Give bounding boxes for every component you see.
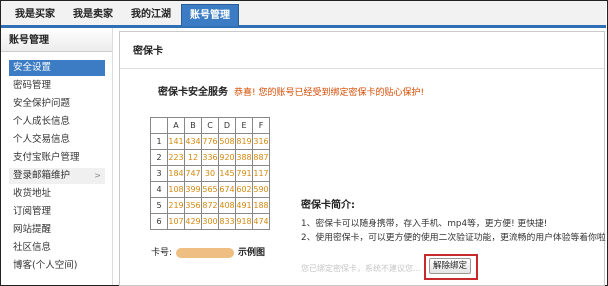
card-row: 5 219 356 872 408 491 188 (150, 197, 270, 214)
card-cell: 145 (218, 165, 236, 182)
card-cell: 388 (235, 149, 253, 166)
sidebar-item-label: 登录邮箱维护 (13, 170, 71, 181)
top-nav: 我是买家 我是卖家 我的江湖 账号管理 (1, 1, 606, 28)
card-cell: 887 (252, 149, 270, 166)
card-cell: 219 (167, 197, 185, 214)
card-cell: 300 (201, 213, 219, 230)
row-header: 6 (150, 213, 168, 230)
tab-seller[interactable]: 我是卖家 (65, 5, 121, 24)
col-header: F (252, 117, 270, 134)
card-cell: 429 (184, 213, 202, 230)
faded-notice: 您已绑定密保卡，系统不建议您... (301, 264, 421, 273)
sidebar-item-alipay[interactable]: 支付宝账户管理 (9, 150, 105, 166)
sidebar-item-site-reminder[interactable]: 网站提醒 (9, 222, 105, 238)
card-cell: 776 (201, 133, 219, 150)
card-cell: 819 (235, 133, 253, 150)
card-cell: 184 (167, 165, 185, 182)
chevron-right-icon: > (94, 171, 101, 180)
card-cell: 918 (235, 213, 253, 230)
card-cell: 474 (252, 213, 270, 230)
sidebar-title: 账号管理 (1, 30, 112, 52)
unbind-button[interactable]: 解除绑定 (429, 258, 471, 274)
col-header: B (184, 117, 202, 134)
panel-header: 密保卡 (120, 32, 604, 69)
card-row: 2 223 12 336 920 388 887 (150, 149, 270, 166)
card-cell: 356 (184, 197, 202, 214)
security-card-grid: A B C D E F 1 141 434 776 508 819 316 2 … (150, 117, 270, 230)
card-cell: 316 (252, 133, 270, 150)
serial-label: 卡号: (151, 248, 173, 258)
example-label: 示例图 (238, 248, 266, 258)
sidebar-item-growth-info[interactable]: 个人成长信息 (9, 114, 105, 130)
sidebar-item-subscription[interactable]: 订阅管理 (9, 204, 105, 220)
col-header: D (218, 117, 236, 134)
card-cell: 872 (201, 197, 219, 214)
card-header-row: A B C D E F (150, 117, 270, 134)
sidebar: 账号管理 安全设置 密码管理 安全保护问题 个人成长信息 个人交易信息 支付宝账… (1, 28, 113, 285)
page-title: 密保卡 (133, 46, 163, 57)
sidebar-item-blog[interactable]: 博客(个人空间) (9, 258, 105, 274)
card-row: 1 141 434 776 508 819 316 (150, 133, 270, 150)
card-cell: 141 (167, 133, 185, 150)
unbind-highlight: 解除绑定 (424, 254, 478, 280)
card-cell: 434 (184, 133, 202, 150)
card-cell: 565 (201, 181, 219, 198)
corner-cell (150, 117, 168, 134)
card-cell: 107 (167, 213, 185, 230)
card-cell: 408 (218, 197, 236, 214)
service-warning: 恭喜! 您的账号已经受到绑定密保卡的贴心保护! (234, 88, 425, 98)
card-cell: 590 (252, 181, 270, 198)
card-cell: 30 (201, 165, 219, 182)
card-cell: 791 (235, 165, 253, 182)
card-cell: 12 (184, 149, 202, 166)
card-row: 3 184 747 30 145 791 117 (150, 165, 270, 182)
row-header: 5 (150, 197, 168, 214)
row-header: 4 (150, 181, 168, 198)
sidebar-item-trade-info[interactable]: 个人交易信息 (9, 132, 105, 148)
tab-jianghu[interactable]: 我的江湖 (123, 5, 179, 24)
row-header: 3 (150, 165, 168, 182)
tab-buyer[interactable]: 我是买家 (7, 5, 63, 24)
intro-title: 密保卡简介: (301, 200, 355, 211)
card-cell: 491 (235, 197, 253, 214)
service-status: 密保卡安全服务 恭喜! 您的账号已经受到绑定密保卡的贴心保护! (158, 83, 424, 98)
card-cell: 336 (201, 149, 219, 166)
intro-line: 2、使用密保卡，可以更方便的使用二次验证功能，更流畅的用户体验等着你啦! (301, 233, 608, 243)
card-row: 6 107 429 300 833 918 474 (150, 213, 270, 230)
row-header: 1 (150, 133, 168, 150)
card-cell: 920 (218, 149, 236, 166)
col-header: C (201, 117, 219, 134)
card-row: 4 108 399 565 674 602 590 (150, 181, 270, 198)
service-title: 密保卡安全服务 (158, 87, 228, 98)
sidebar-item-address[interactable]: 收货地址 (9, 186, 105, 202)
card-serial: 卡号: 示例图 (151, 245, 271, 261)
row-header: 2 (150, 149, 168, 166)
intro-line: 1、密保卡可以随身携带，存入手机、mp4等，更方便! 更快捷! (301, 219, 548, 229)
redacted-serial (176, 247, 235, 258)
sidebar-item-community[interactable]: 社区信息 (9, 240, 105, 256)
card-cell: 399 (184, 181, 202, 198)
col-header: E (235, 117, 253, 134)
card-cell: 508 (218, 133, 236, 150)
col-header: A (167, 117, 185, 134)
card-cell: 674 (218, 181, 236, 198)
card-cell: 223 (167, 149, 185, 166)
card-cell: 747 (184, 165, 202, 182)
card-cell: 188 (252, 197, 270, 214)
sidebar-item-login-email[interactable]: 登录邮箱维护 > (9, 168, 105, 184)
card-cell: 833 (218, 213, 236, 230)
card-cell: 602 (235, 181, 253, 198)
sidebar-item-security-settings[interactable]: 安全设置 (9, 60, 105, 76)
sidebar-item-password[interactable]: 密码管理 (9, 78, 105, 94)
sidebar-item-security-question[interactable]: 安全保护问题 (9, 96, 105, 112)
tab-account-management[interactable]: 账号管理 (181, 4, 239, 26)
card-cell: 117 (252, 165, 270, 182)
card-cell: 108 (167, 181, 185, 198)
